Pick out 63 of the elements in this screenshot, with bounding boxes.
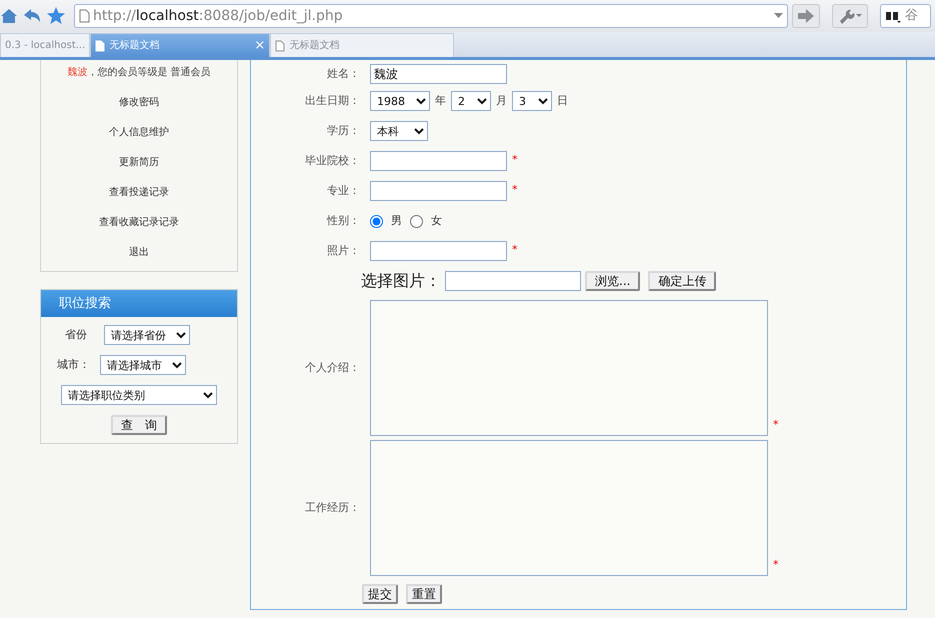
- required-mark: *: [773, 556, 778, 572]
- field-label: 出生日期：: [304, 92, 361, 109]
- tools-button[interactable]: [832, 4, 868, 28]
- go-button[interactable]: [792, 4, 820, 28]
- reset-button[interactable]: 重置: [406, 584, 442, 604]
- file-path-input[interactable]: [445, 271, 581, 291]
- search-button[interactable]: 查 询: [111, 415, 167, 435]
- menu-link[interactable]: 个人信息维护: [109, 124, 169, 141]
- submit-button[interactable]: 提交: [362, 584, 398, 604]
- url-text: http://localhost:8088/job/edit_jl.php: [93, 6, 344, 26]
- radio-button[interactable]: [370, 214, 383, 228]
- required-mark: *: [512, 152, 518, 168]
- option-label: 男: [391, 212, 402, 229]
- text-input[interactable]: [370, 181, 507, 201]
- field-label: 姓名：: [326, 66, 361, 82]
- province-select[interactable]: 请选择省份: [104, 325, 190, 345]
- date-select[interactable]: 3: [512, 91, 552, 111]
- field-label: 专业：: [326, 182, 361, 199]
- required-mark: *: [512, 242, 518, 258]
- required-mark: *: [512, 182, 518, 198]
- search-text: 谷: [905, 7, 918, 26]
- field-label: 个人介绍：: [304, 360, 361, 376]
- menu-link[interactable]: 更新简历: [119, 154, 159, 171]
- wrench-icon: [837, 8, 863, 24]
- field-label: 选择图片：: [361, 270, 441, 292]
- date-select[interactable]: 1988: [370, 91, 430, 111]
- unit-label: 月: [496, 92, 507, 109]
- search-field[interactable]: 谷: [880, 4, 931, 28]
- menu-link[interactable]: 查看投递记录: [109, 184, 169, 201]
- option-label: 女: [431, 212, 442, 229]
- field-label: 毕业院校：: [304, 152, 361, 169]
- category-select[interactable]: 请选择职位类别: [61, 385, 217, 405]
- field-label: 照片：: [326, 242, 361, 259]
- upload-button[interactable]: 确定上传: [648, 271, 716, 291]
- text-input[interactable]: 魏波: [370, 64, 507, 84]
- field-label: 学历：: [326, 122, 361, 139]
- field-label: 省份: [65, 326, 87, 343]
- degree-select[interactable]: 本科: [370, 121, 428, 141]
- city-select[interactable]: 请选择城市: [100, 355, 186, 375]
- unit-label: 日: [557, 92, 568, 109]
- date-select[interactable]: 2: [451, 91, 491, 111]
- menu-link[interactable]: 查看收藏记录记录: [99, 214, 179, 231]
- home-icon[interactable]: [0, 7, 18, 25]
- panel-title: 职位搜索: [41, 290, 237, 317]
- page-icon: [95, 40, 106, 52]
- unit-label: 年: [435, 92, 446, 109]
- menu-link[interactable]: 修改密码: [119, 94, 159, 111]
- bookmark-star-icon[interactable]: [46, 6, 66, 26]
- member-greeting: 魏波，您的会员等级是 普通会员: [67, 66, 211, 80]
- dropdown-caret-icon[interactable]: [774, 13, 783, 19]
- arrow-right-icon: [797, 9, 815, 23]
- field-label: 工作经历：: [304, 500, 361, 516]
- page-icon: [79, 9, 90, 23]
- menu-link[interactable]: 退出: [129, 244, 149, 261]
- text-input[interactable]: [370, 151, 507, 171]
- text-input[interactable]: [370, 241, 507, 261]
- browse-button[interactable]: 浏览...: [585, 271, 640, 291]
- page-icon: [275, 40, 286, 52]
- radio-button[interactable]: [410, 214, 423, 228]
- field-label: 性别：: [326, 212, 361, 229]
- address-bar[interactable]: http://localhost:8088/job/edit_jl.php: [74, 4, 788, 28]
- field-label: 城市：: [57, 356, 90, 373]
- required-mark: *: [773, 416, 778, 432]
